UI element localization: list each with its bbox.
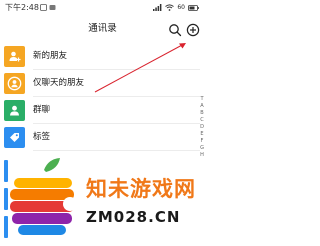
watermark-url: ZM028.CN — [86, 208, 181, 226]
watermark-title: 知未游戏网 — [86, 177, 196, 201]
contacts-screen: 下午2:48 60 通讯录 新的朋友 仅聊天的朋友 群聊 标签 T A B C … — [0, 0, 205, 246]
watermark: 知未游戏网 ZM028.CN — [0, 156, 205, 246]
watermark-apple-logo — [10, 158, 77, 235]
